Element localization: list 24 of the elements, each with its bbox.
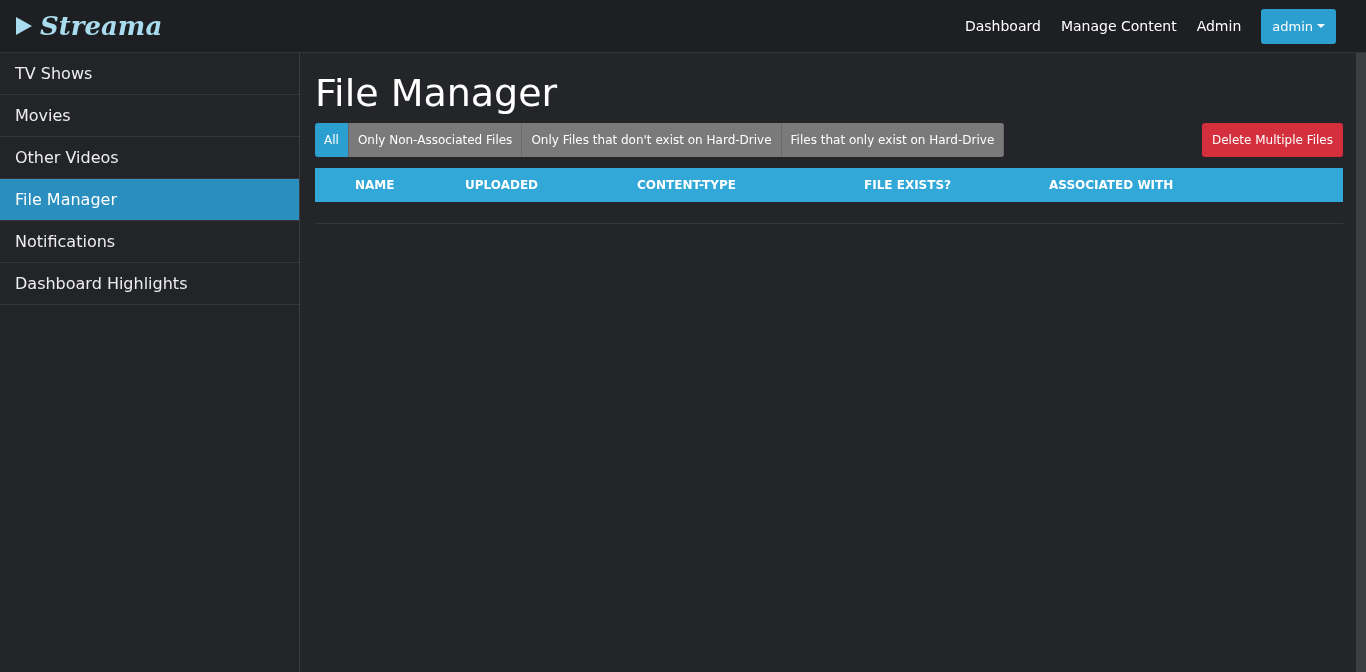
column-header[interactable]: FILE EXISTS? bbox=[864, 178, 1049, 192]
sidebar-item[interactable]: File Manager bbox=[0, 179, 299, 221]
caret-icon bbox=[1317, 24, 1325, 28]
delete-button[interactable]: Delete Multiple Files bbox=[1201, 123, 1343, 157]
logo-text[interactable]: Streama bbox=[40, 11, 163, 41]
scrollbar[interactable] bbox=[1356, 53, 1366, 672]
filter-button[interactable]: All bbox=[315, 123, 349, 157]
sidebar-item[interactable]: Notifications bbox=[0, 221, 299, 263]
column-header[interactable]: UPLOADED bbox=[465, 178, 637, 192]
sidebar-item[interactable]: TV Shows bbox=[0, 53, 299, 95]
filter-button[interactable]: Only Non-Associated Files bbox=[348, 123, 523, 157]
nav-link[interactable]: Admin bbox=[1196, 18, 1242, 34]
play-icon bbox=[16, 17, 32, 35]
nav-link[interactable]: Dashboard bbox=[964, 18, 1041, 34]
filter-button[interactable]: Only Files that don't exist on Hard-Drive bbox=[522, 123, 782, 157]
nav-link[interactable]: Manage Content bbox=[1060, 18, 1177, 34]
column-header[interactable]: ASSOCIATED WITH bbox=[1049, 178, 1343, 192]
column-header[interactable]: CONTENT-TYPE bbox=[637, 178, 864, 192]
sidebar-item[interactable]: Dashboard Highlights bbox=[0, 263, 299, 305]
sidebar-item[interactable]: Movies bbox=[0, 95, 299, 137]
filter-button[interactable]: Files that only exist on Hard-Drive bbox=[781, 123, 1005, 157]
page-title: File Manager bbox=[315, 71, 559, 115]
user-menu-button[interactable]: admin bbox=[1261, 8, 1336, 44]
column-header[interactable]: NAME bbox=[355, 178, 465, 192]
